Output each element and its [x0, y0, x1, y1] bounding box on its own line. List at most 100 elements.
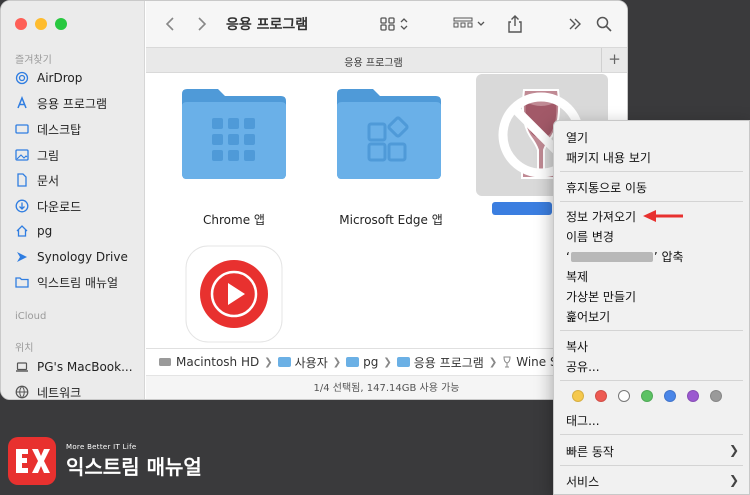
forward-button[interactable]	[192, 13, 212, 35]
new-tab-button[interactable]: +	[601, 48, 627, 72]
logo-tagline: More Better IT Life	[66, 442, 137, 451]
menu-item-move-to-trash[interactable]: 휴지통으로 이동	[566, 179, 647, 196]
path-segment[interactable]: Macintosh HD	[158, 355, 259, 369]
sidebar-item-label: 그림	[37, 148, 60, 163]
sidebar-item-downloads[interactable]: 다운로드	[15, 195, 81, 217]
menu-item-duplicate[interactable]: 복제	[566, 268, 588, 285]
menu-separator	[560, 171, 743, 172]
file-item-edge-apps[interactable]: Microsoft Edge 앱	[326, 84, 456, 227]
share-button[interactable]	[504, 13, 526, 35]
menu-item-get-info[interactable]: 정보 가져오기	[566, 208, 636, 225]
logo-badge	[8, 437, 56, 485]
icon-view-icon	[380, 17, 408, 31]
sidebar-item-documents[interactable]: 문서	[15, 169, 59, 191]
path-segment-label: 응용 프로그램	[413, 355, 484, 370]
tag-color-dot[interactable]	[641, 390, 653, 402]
file-name: Microsoft Edge 앱	[339, 213, 443, 227]
menu-item-show-package-contents[interactable]: 패키지 내용 보기	[566, 149, 651, 166]
chevron-right-icon: ❯	[728, 473, 739, 487]
double-chevron-right-icon	[569, 18, 581, 30]
group-icon	[453, 17, 485, 28]
tab-applications[interactable]: 응용 프로그램	[146, 54, 601, 69]
search-button[interactable]	[594, 13, 614, 35]
path-segment[interactable]: 사용자	[277, 354, 328, 371]
tag-color-dot[interactable]	[687, 390, 699, 402]
menu-item-copy[interactable]: 복사	[566, 338, 588, 355]
file-name: Chrome 앱	[203, 213, 265, 227]
menu-separator	[560, 201, 743, 202]
sidebar-section-locations: 위치	[15, 343, 34, 354]
sidebar-item-extreme-manual[interactable]: 익스트림 매뉴얼	[15, 271, 118, 293]
wine-glass-icon	[503, 356, 511, 368]
sidebar-item-desktop[interactable]: 데스크탑	[15, 118, 81, 140]
chevron-right-icon: ❯	[488, 356, 498, 368]
file-item-chrome-apps[interactable]: Chrome 앱	[174, 84, 294, 227]
menu-item-label: ’ 압축	[653, 250, 684, 264]
chevron-right-icon: ❯	[264, 356, 273, 368]
folder-icon	[396, 357, 410, 367]
window-title: 응용 프로그램	[226, 17, 309, 33]
zoom-window-button[interactable]	[55, 18, 67, 30]
sidebar-item-label: 데스크탑	[37, 122, 82, 137]
path-segment-label: Macintosh HD	[176, 355, 260, 369]
sidebar-item-network[interactable]: 네트워크	[15, 381, 81, 399]
path-segment-label: pg	[363, 355, 379, 369]
sidebar-item-pictures[interactable]: 그림	[15, 144, 59, 166]
logo-name: 익스트림 매뉴얼	[66, 454, 202, 479]
menu-item-rename[interactable]: 이름 변경	[566, 228, 614, 245]
sidebar-item-label: 다운로드	[37, 199, 82, 214]
sidebar-item-macbook[interactable]: PG's MacBook...	[15, 356, 133, 378]
search-icon	[596, 16, 612, 32]
share-icon	[508, 15, 522, 33]
sidebar-item-applications[interactable]: 응용 프로그램	[15, 92, 107, 114]
menu-item-open[interactable]: 열기	[566, 129, 588, 146]
sidebar-section-icloud: iCloud	[15, 311, 47, 322]
folder-icon	[346, 357, 360, 367]
folder-apps-icon	[182, 89, 286, 179]
menu-item-services[interactable]: 서비스	[566, 473, 599, 490]
sidebar-item-label: 응용 프로그램	[37, 96, 108, 111]
close-window-button[interactable]	[15, 18, 27, 30]
menu-item-make-alias[interactable]: 가상본 만들기	[566, 288, 636, 305]
finder-window: 즐겨찾기 AirDrop 응용 프로그램 데스크탑 그림 문서 다운로드 pg …	[0, 0, 628, 400]
view-mode-button[interactable]	[378, 13, 412, 35]
menu-item-compress[interactable]: ‘ ’ 압축	[566, 248, 684, 265]
chevron-right-icon: ❯	[332, 356, 342, 368]
laptop-icon	[15, 360, 29, 374]
folder-icon	[277, 357, 291, 367]
sidebar-section-favorites: 즐겨찾기	[15, 55, 52, 66]
logo-text: More Better IT Life 익스트림 매뉴얼	[66, 443, 202, 480]
menu-separator	[560, 465, 743, 466]
menu-item-label: ‘	[566, 249, 570, 264]
menu-item-quick-actions[interactable]: 빠른 동작	[566, 443, 614, 460]
tag-color-dot[interactable]	[664, 390, 676, 402]
ex-logo-icon	[16, 449, 50, 473]
tag-color-dot[interactable]	[572, 390, 584, 402]
sidebar-item-airdrop[interactable]: AirDrop	[15, 67, 82, 89]
tag-color-dot[interactable]	[618, 390, 630, 402]
menu-item-share[interactable]: 공유...	[566, 358, 600, 375]
tag-color-dot[interactable]	[710, 390, 722, 402]
sidebar-item-label: AirDrop	[37, 71, 83, 85]
menu-separator	[560, 434, 743, 435]
sidebar-item-label: 익스트림 매뉴얼	[37, 275, 119, 290]
group-button[interactable]	[452, 13, 488, 35]
sidebar-item-label: PG's MacBook...	[37, 360, 133, 374]
minimize-window-button[interactable]	[35, 18, 47, 30]
folder-apps-icon	[337, 89, 441, 179]
path-segment[interactable]: 응용 프로그램	[396, 354, 484, 371]
file-item-youtube-music[interactable]	[184, 244, 284, 344]
sidebar-item-synology-drive[interactable]: Synology Drive	[15, 246, 128, 268]
menu-item-tags[interactable]: 태그...	[566, 412, 600, 429]
menu-item-quick-look[interactable]: 훑어보기	[566, 308, 610, 325]
path-segment[interactable]: pg	[346, 355, 378, 369]
sidebar-item-pg[interactable]: pg	[15, 220, 52, 242]
menu-separator	[560, 380, 743, 381]
more-toolbar-button[interactable]	[566, 13, 584, 35]
back-button[interactable]	[160, 13, 180, 35]
red-arrow-annotation-icon	[643, 210, 683, 222]
tag-color-dot[interactable]	[595, 390, 607, 402]
chevron-right-icon: ❯	[383, 356, 392, 368]
tab-bar: 응용 프로그램 +	[146, 47, 627, 73]
site-logo: More Better IT Life 익스트림 매뉴얼	[8, 437, 202, 485]
